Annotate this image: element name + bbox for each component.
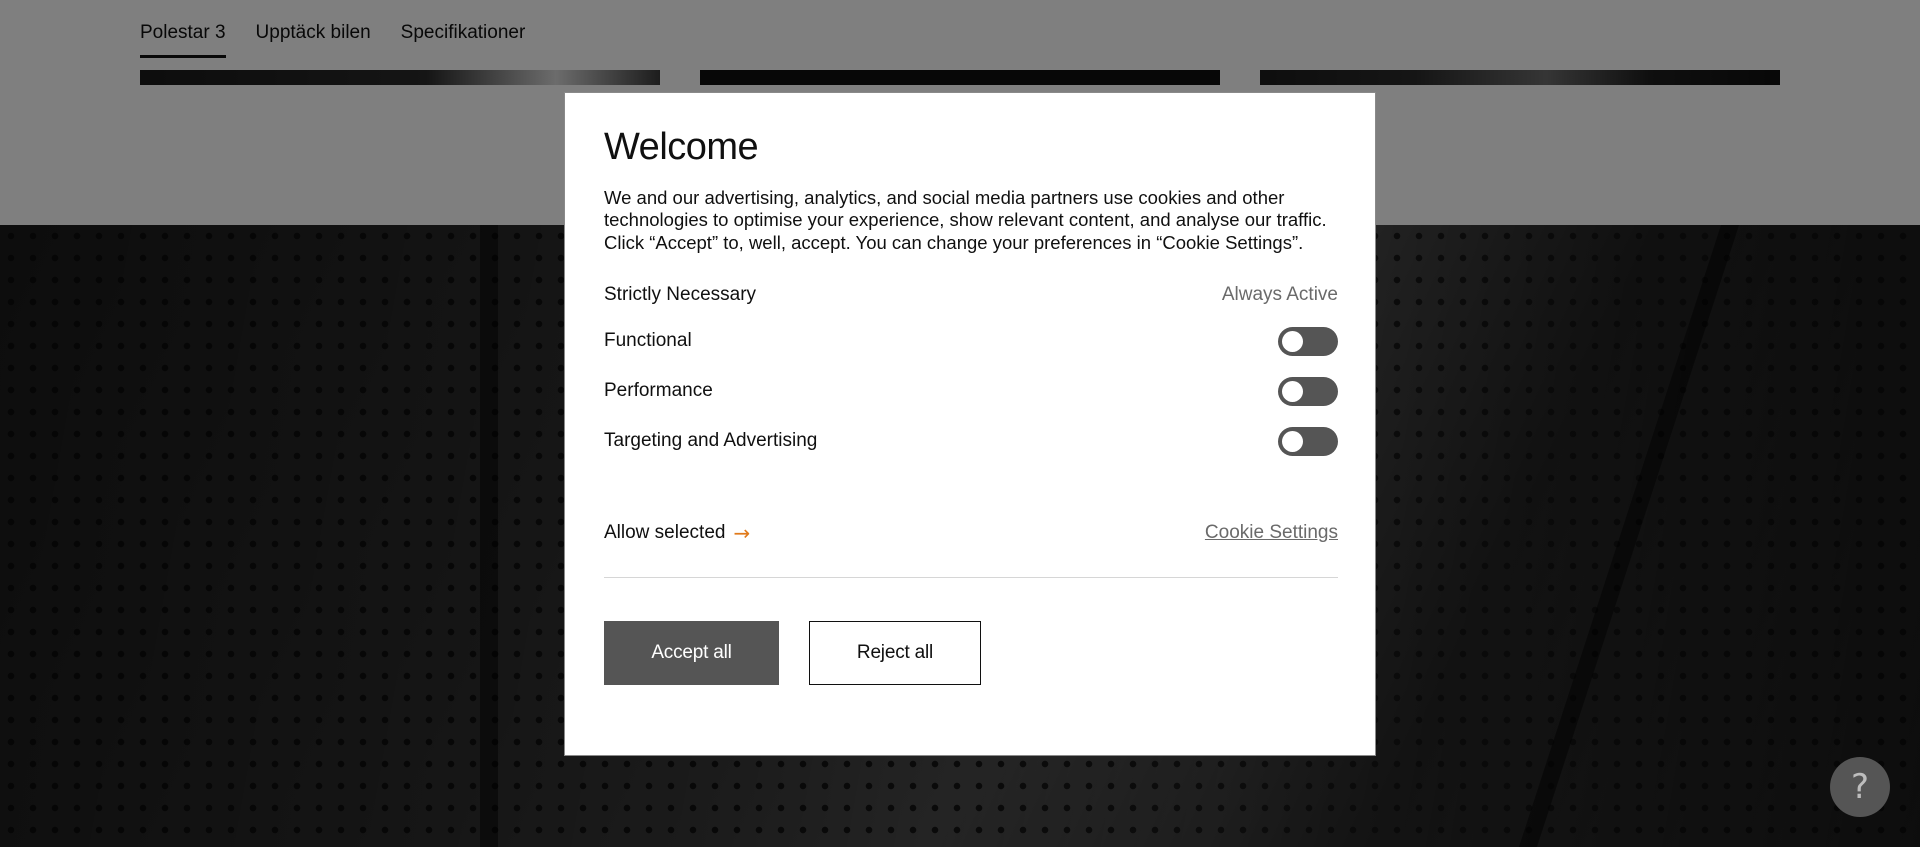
preference-label: Performance: [604, 380, 713, 402]
primary-actions: Accept all Reject all: [604, 621, 1336, 686]
secondary-actions: Allow selected → Cookie Settings: [604, 518, 1338, 548]
targeting-toggle[interactable]: [1278, 426, 1338, 456]
toggle-knob: [1282, 430, 1303, 452]
allow-selected-link[interactable]: Allow selected →: [604, 521, 750, 545]
dialog-description: We and our advertising, analytics, and s…: [604, 186, 1327, 253]
arrow-right-icon: →: [733, 521, 751, 546]
question-mark-icon: ?: [1850, 767, 1870, 807]
preference-label: Targeting and Advertising: [604, 430, 818, 452]
preference-label: Functional: [604, 330, 692, 352]
reject-all-button[interactable]: Reject all: [809, 621, 981, 686]
performance-toggle[interactable]: [1278, 376, 1338, 406]
cookie-settings-link[interactable]: Cookie Settings: [1205, 522, 1338, 544]
functional-toggle[interactable]: [1278, 326, 1338, 356]
preference-row-functional: Functional: [604, 316, 1338, 366]
help-button[interactable]: ?: [1830, 757, 1890, 817]
toggle-knob: [1282, 380, 1303, 402]
preference-row-performance: Performance: [604, 366, 1338, 416]
divider: [604, 577, 1338, 579]
always-active-status: Always Active: [1221, 284, 1338, 306]
preference-row-strictly-necessary: Strictly Necessary Always Active: [604, 274, 1338, 316]
dialog-title: Welcome: [604, 126, 759, 168]
preference-row-targeting: Targeting and Advertising: [604, 416, 1338, 466]
toggle-knob: [1282, 330, 1303, 352]
allow-selected-label: Allow selected: [604, 522, 726, 544]
accept-all-button[interactable]: Accept all: [604, 621, 779, 686]
cookie-consent-dialog: Welcome We and our advertising, analytic…: [564, 92, 1376, 756]
preference-list: Strictly Necessary Always Active Functio…: [604, 274, 1338, 466]
preference-label: Strictly Necessary: [604, 284, 757, 306]
